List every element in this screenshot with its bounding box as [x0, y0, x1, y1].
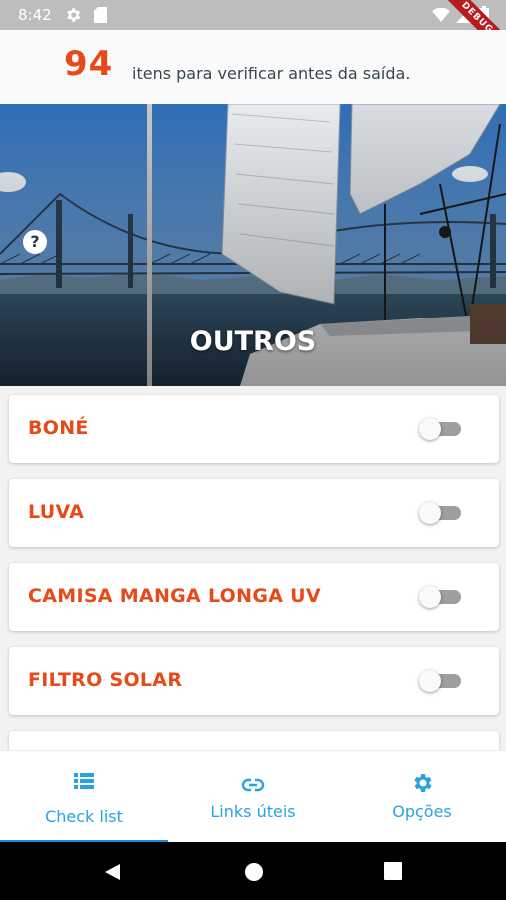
sd-card-icon	[94, 7, 107, 23]
settings-icon	[67, 8, 81, 22]
items-count-text: itens para verificar antes da saída.	[132, 64, 411, 83]
checklist-item[interactable]: CAMISA MANGA LONGA UV	[9, 563, 499, 631]
home-icon[interactable]	[244, 862, 264, 882]
back-icon[interactable]	[102, 862, 122, 882]
wifi-icon	[432, 8, 450, 22]
tab-label: Check list	[45, 807, 123, 826]
checklist-item-partial[interactable]	[9, 731, 499, 750]
checklist-item-label: FILTRO SOLAR	[28, 669, 183, 691]
toggle-thumb	[419, 586, 441, 608]
checklist-item[interactable]: FILTRO SOLAR	[9, 647, 499, 715]
toggle-thumb	[419, 670, 441, 692]
items-counter: 94 itens para verificar antes da saída.	[0, 30, 506, 104]
item-toggle[interactable]	[419, 502, 464, 524]
toggle-thumb	[419, 502, 441, 524]
category-title: OUTROS	[189, 326, 317, 357]
system-navigation-bar	[0, 842, 506, 900]
checklist-item-label: LUVA	[28, 501, 85, 523]
tab-check-list[interactable]: Check list	[0, 751, 168, 843]
tab-links-uteis[interactable]: Links úteis	[169, 751, 337, 843]
checklist: BONÉ LUVA CAMISA MANGA LONGA UV FILTRO S…	[0, 386, 506, 750]
gear-icon	[414, 774, 432, 792]
category-hero: ? OUTROS	[0, 104, 506, 386]
status-time: 8:42	[18, 6, 52, 24]
link-icon	[241, 778, 265, 792]
status-bar: 8:42 DEBUG	[0, 0, 506, 63]
recents-icon[interactable]	[384, 862, 402, 880]
checklist-item-label: CAMISA MANGA LONGA UV	[28, 585, 321, 607]
tab-opcoes[interactable]: Opções	[338, 751, 506, 843]
bottom-navigation: Check list Links úteis Opções	[0, 750, 506, 843]
toggle-thumb	[419, 418, 441, 440]
tab-label: Links úteis	[210, 802, 296, 821]
help-button[interactable]: ?	[23, 230, 47, 254]
item-toggle[interactable]	[419, 418, 464, 440]
item-toggle[interactable]	[419, 586, 464, 608]
checklist-item-label: BONÉ	[28, 417, 89, 439]
item-toggle[interactable]	[419, 670, 464, 692]
checklist-item[interactable]: LUVA	[9, 479, 499, 547]
list-icon	[74, 773, 94, 789]
tab-label: Opções	[392, 802, 452, 821]
items-count: 94	[64, 44, 114, 84]
checklist-item[interactable]: BONÉ	[9, 395, 499, 463]
